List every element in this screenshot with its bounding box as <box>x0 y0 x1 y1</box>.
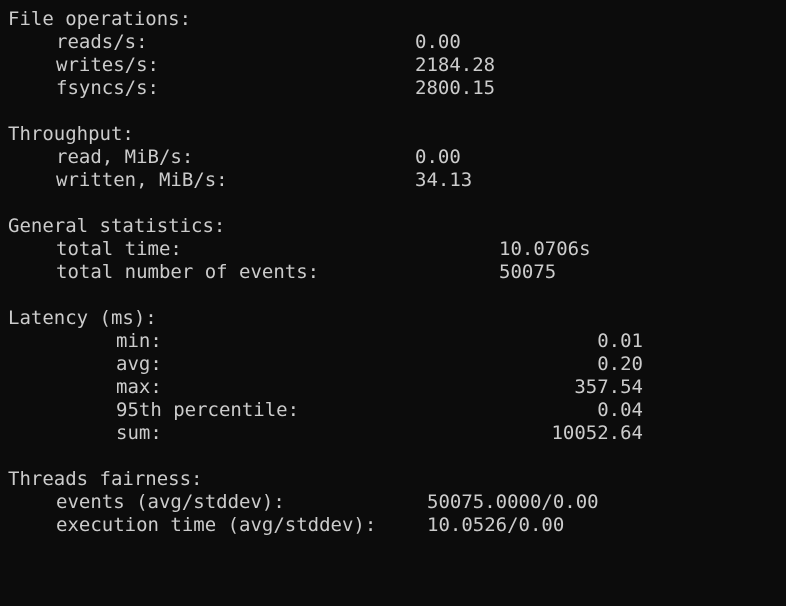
total-events-label: total number of events: <box>56 261 320 283</box>
latency-p95-value: 0.04 <box>597 399 643 421</box>
section-threads-fairness: Threads fairness: <box>0 468 202 491</box>
latency-p95-label: 95th percentile: <box>116 399 300 421</box>
latency-max-value: 357.54 <box>574 376 643 398</box>
latency-avg-value: 0.20 <box>597 353 643 375</box>
stat-row-reads: reads/s: 0.00 <box>0 31 461 54</box>
stat-row-total-time: total time: 10.0706s <box>0 238 591 261</box>
stat-row-writes: writes/s: 2184.28 <box>0 54 495 77</box>
latency-sum-value: 10052.64 <box>551 422 643 444</box>
read-mib-label: read, MiB/s: <box>56 146 194 168</box>
reads-label: reads/s: <box>56 31 148 53</box>
fsyncs-label: fsyncs/s: <box>56 77 159 99</box>
latency-heading: Latency (ms): <box>8 307 157 329</box>
latency-max-label: max: <box>116 376 162 398</box>
section-throughput: Throughput: <box>0 123 134 146</box>
written-mib-value: 34.13 <box>415 169 473 191</box>
stat-row-read-mib: read, MiB/s: 0.00 <box>0 146 461 169</box>
terminal-output[interactable]: File operations: reads/s: 0.00 writes/s:… <box>0 0 786 550</box>
threads-fairness-heading: Threads fairness: <box>8 468 203 490</box>
total-time-label: total time: <box>56 238 182 260</box>
file-operations-heading: File operations: <box>8 8 192 30</box>
stat-row-exec-time-avg-stddev: execution time (avg/stddev): 10.0526/0.0… <box>0 514 564 537</box>
stat-row-latency-sum: sum: 10052.64 <box>0 422 643 445</box>
reads-value: 0.00 <box>415 31 461 53</box>
general-statistics-heading: General statistics: <box>8 215 226 237</box>
exec-time-avg-stddev-value: 10.0526/0.00 <box>427 514 565 536</box>
section-latency: Latency (ms): <box>0 307 157 330</box>
section-file-operations: File operations: <box>0 8 191 31</box>
total-time-value: 10.0706s <box>499 238 591 260</box>
throughput-heading: Throughput: <box>8 123 134 145</box>
writes-label: writes/s: <box>56 54 159 76</box>
stat-row-latency-p95: 95th percentile: 0.04 <box>0 399 643 422</box>
stat-row-latency-max: max: 357.54 <box>0 376 643 399</box>
section-general-statistics: General statistics: <box>0 215 225 238</box>
events-avg-stddev-value: 50075.0000/0.00 <box>427 491 599 513</box>
stat-row-total-events: total number of events: 50075 <box>0 261 556 284</box>
fsyncs-value: 2800.15 <box>415 77 496 99</box>
stat-row-fsyncs: fsyncs/s: 2800.15 <box>0 77 495 100</box>
latency-sum-label: sum: <box>116 422 162 444</box>
stat-row-latency-avg: avg: 0.20 <box>0 353 643 376</box>
total-events-value: 50075 <box>499 261 557 283</box>
latency-min-value: 0.01 <box>597 330 643 352</box>
writes-value: 2184.28 <box>415 54 496 76</box>
stat-row-written-mib: written, MiB/s: 34.13 <box>0 169 472 192</box>
read-mib-value: 0.00 <box>415 146 461 168</box>
latency-min-label: min: <box>116 330 162 352</box>
exec-time-avg-stddev-label: execution time (avg/stddev): <box>56 514 377 536</box>
latency-avg-label: avg: <box>116 353 162 375</box>
events-avg-stddev-label: events (avg/stddev): <box>56 491 285 513</box>
written-mib-label: written, MiB/s: <box>56 169 228 191</box>
stat-row-latency-min: min: 0.01 <box>0 330 643 353</box>
stat-row-events-avg-stddev: events (avg/stddev): 50075.0000/0.00 <box>0 491 599 514</box>
